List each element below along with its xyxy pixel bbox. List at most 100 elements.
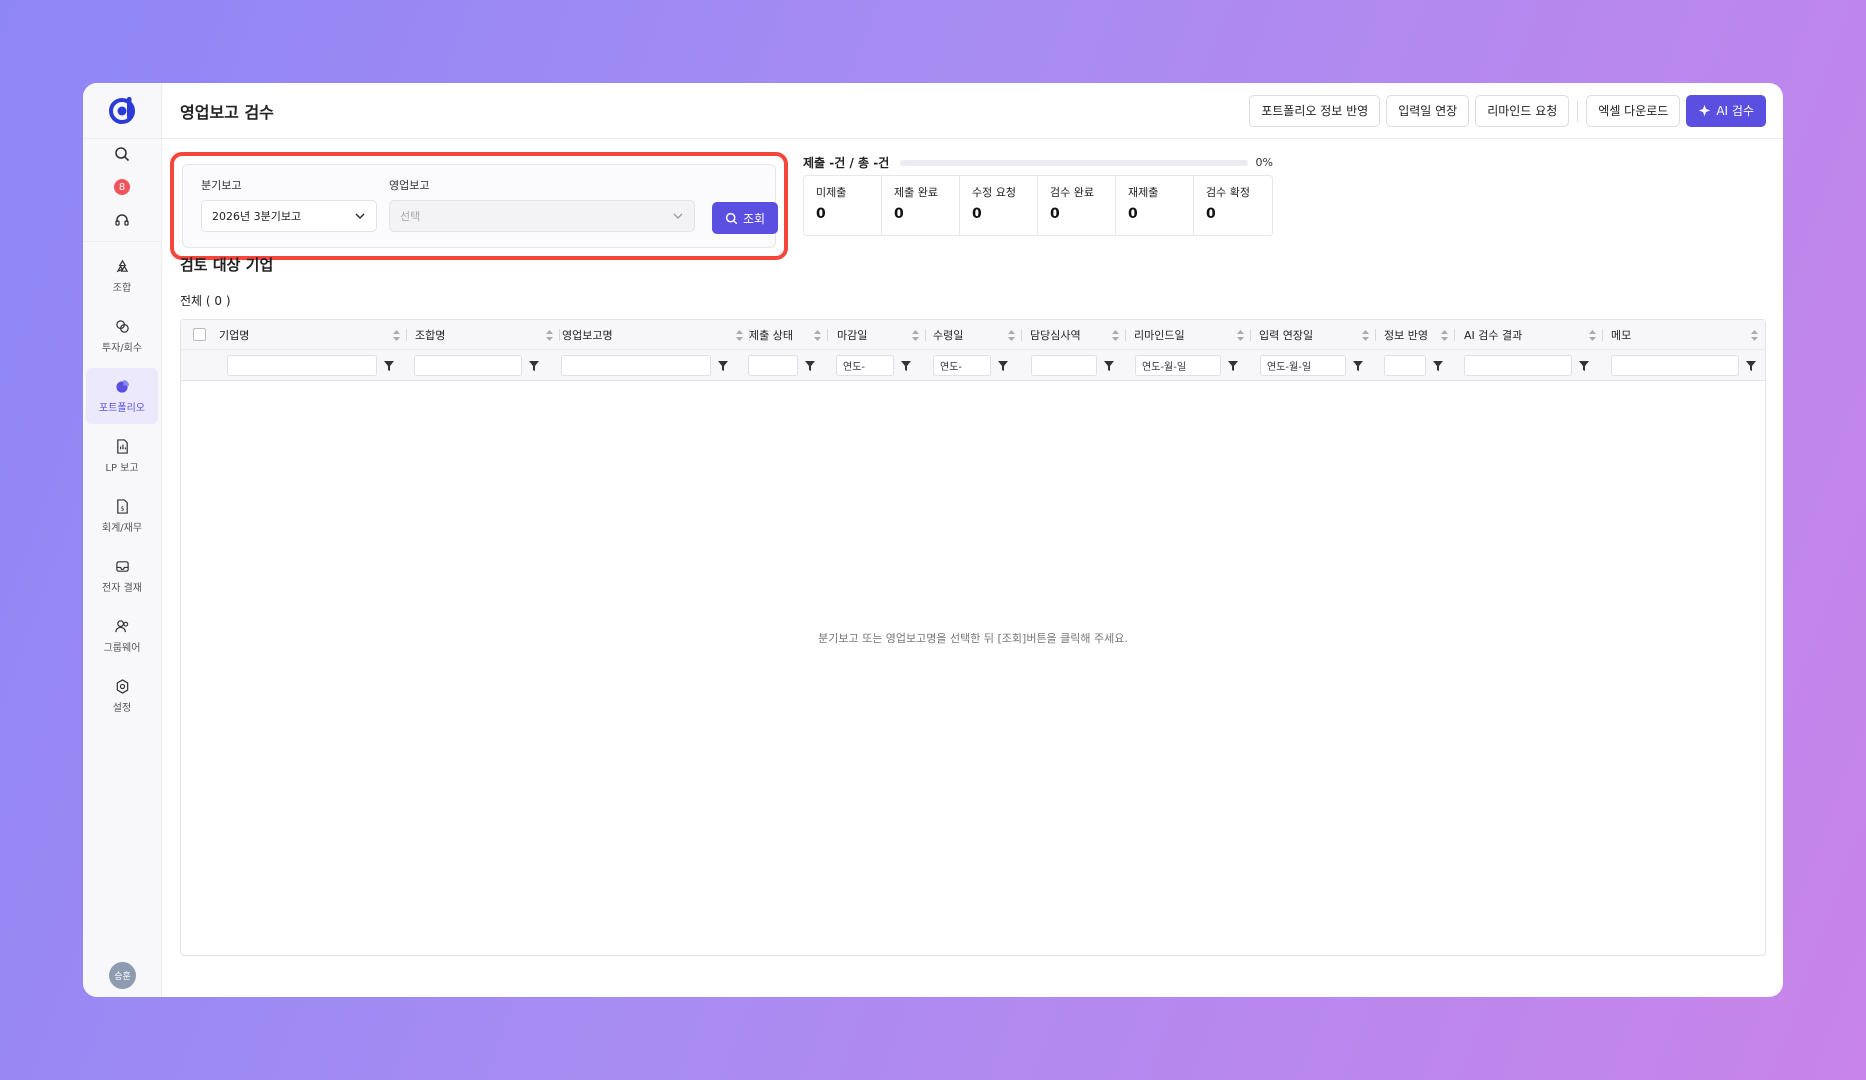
stat-reviewed[interactable]: 검수 완료 0 bbox=[1038, 176, 1116, 235]
notification-badge[interactable]: 8 bbox=[114, 179, 130, 195]
column-header[interactable]: 조합명 bbox=[415, 320, 560, 350]
stat-revision-requested[interactable]: 수정 요청 0 bbox=[960, 176, 1038, 235]
sidebar-item-fund[interactable]: 조합 bbox=[86, 248, 158, 304]
column-filter bbox=[748, 355, 816, 376]
filter-icon[interactable] bbox=[1745, 360, 1757, 372]
filter-icon[interactable] bbox=[1578, 360, 1590, 372]
stat-value: 0 bbox=[972, 206, 982, 222]
sort-icon[interactable] bbox=[1008, 330, 1015, 341]
stat-value: 0 bbox=[1128, 206, 1138, 222]
filter-input[interactable] bbox=[561, 355, 711, 376]
search-button-label: 조회 bbox=[742, 211, 766, 226]
sort-icon[interactable] bbox=[546, 330, 553, 341]
filter-input[interactable] bbox=[227, 355, 377, 376]
stat-label: 제출 완료 bbox=[894, 186, 938, 199]
column-header[interactable]: 수령일 bbox=[933, 320, 1022, 350]
filter-icon[interactable] bbox=[383, 360, 395, 372]
search-icon bbox=[725, 212, 738, 224]
sidebar-item-investment[interactable]: 투자/회수 bbox=[86, 308, 158, 364]
filter-icon[interactable] bbox=[1103, 360, 1115, 372]
column-header-label: AI 검수 결과 bbox=[1464, 329, 1523, 342]
quarter-select[interactable]: 2026년 3분기보고 bbox=[201, 200, 377, 232]
sort-icon[interactable] bbox=[1589, 330, 1596, 341]
filter-icon[interactable] bbox=[1352, 360, 1364, 372]
column-header[interactable]: AI 검수 결과 bbox=[1464, 320, 1603, 350]
sidebar-item-accounting[interactable]: $ 회계/재무 bbox=[86, 488, 158, 544]
filter-input[interactable] bbox=[1464, 355, 1572, 376]
excel-download-button[interactable]: 엑셀 다운로드 bbox=[1586, 94, 1681, 127]
progress-percent: 0% bbox=[1255, 156, 1273, 169]
search-icon[interactable] bbox=[111, 143, 133, 165]
extend-input-date-button[interactable]: 입력일 연장 bbox=[1386, 94, 1470, 127]
exchange-icon bbox=[115, 319, 129, 333]
companies-table: 기업명 조합명 영업보고명 제출 상태 마감일 수령일 담당심사역 리마인드일 … bbox=[180, 319, 1766, 956]
sort-icon[interactable] bbox=[1112, 330, 1119, 341]
filter-icon[interactable] bbox=[900, 360, 912, 372]
select-all-checkbox[interactable] bbox=[193, 328, 206, 341]
filter-icon[interactable] bbox=[1227, 360, 1239, 372]
sparkle-icon bbox=[1699, 104, 1711, 117]
date-filter-input[interactable]: 연도- bbox=[836, 355, 894, 376]
stat-label: 미제출 bbox=[816, 186, 847, 199]
sidebar-item-settings[interactable]: 설정 bbox=[86, 668, 158, 724]
column-divider bbox=[1602, 329, 1603, 341]
users-icon bbox=[114, 619, 128, 632]
sidebar-item-approval[interactable]: 전자 결재 bbox=[86, 548, 158, 604]
column-divider bbox=[1454, 329, 1455, 341]
sort-icon[interactable] bbox=[393, 330, 400, 341]
filter-icon[interactable] bbox=[1432, 360, 1444, 372]
filter-icon[interactable] bbox=[528, 360, 540, 372]
column-filter bbox=[1384, 355, 1444, 376]
sidebar-item-lp-report[interactable]: LP 보고 bbox=[86, 428, 158, 484]
stat-confirmed[interactable]: 검수 확정 0 bbox=[1194, 176, 1272, 235]
column-header[interactable]: 기업명 bbox=[219, 320, 407, 350]
reflect-portfolio-button[interactable]: 포트폴리오 정보 반영 bbox=[1249, 94, 1381, 127]
sort-icon[interactable] bbox=[736, 330, 743, 341]
quarter-label: 분기보고 bbox=[201, 179, 242, 192]
sort-icon[interactable] bbox=[1362, 330, 1369, 341]
filter-input[interactable] bbox=[414, 355, 522, 376]
column-header[interactable]: 영업보고명 bbox=[562, 320, 750, 350]
column-header-label: 수령일 bbox=[933, 329, 964, 342]
headset-icon[interactable] bbox=[111, 209, 133, 231]
sort-icon[interactable] bbox=[814, 330, 821, 341]
column-header[interactable]: 제출 상태 bbox=[749, 320, 828, 350]
filter-input[interactable] bbox=[1384, 355, 1426, 376]
column-divider bbox=[406, 329, 407, 341]
svg-text:$: $ bbox=[120, 504, 124, 512]
submission-progress: 제출 -건 / 총 -건 0% bbox=[803, 154, 1273, 171]
ai-review-button[interactable]: AI 검수 bbox=[1686, 94, 1766, 127]
column-header[interactable]: 입력 연장일 bbox=[1259, 320, 1376, 350]
report-select[interactable]: 선택 bbox=[389, 200, 695, 232]
date-filter-input[interactable]: 연도-월-일 bbox=[1135, 355, 1221, 376]
filter-input[interactable] bbox=[748, 355, 798, 376]
filter-icon[interactable] bbox=[997, 360, 1009, 372]
date-filter-input[interactable]: 연도-월-일 bbox=[1260, 355, 1346, 376]
avatar[interactable]: 승훈 bbox=[109, 962, 136, 989]
column-header-label: 마감일 bbox=[837, 329, 868, 342]
date-filter-input[interactable]: 연도- bbox=[933, 355, 991, 376]
sidebar-divider bbox=[83, 241, 162, 242]
stat-label: 수정 요청 bbox=[972, 186, 1016, 199]
stat-submitted[interactable]: 제출 완료 0 bbox=[882, 176, 960, 235]
remind-request-button[interactable]: 리마인드 요청 bbox=[1475, 94, 1570, 127]
column-header[interactable]: 마감일 bbox=[837, 320, 926, 350]
sidebar-item-portfolio[interactable]: 포트폴리오 bbox=[86, 368, 158, 424]
column-header[interactable]: 정보 반영 bbox=[1384, 320, 1455, 350]
stat-resubmitted[interactable]: 재제출 0 bbox=[1116, 176, 1194, 235]
filter-input[interactable] bbox=[1031, 355, 1097, 376]
stat-not-submitted[interactable]: 미제출 0 bbox=[804, 176, 882, 235]
sort-icon[interactable] bbox=[912, 330, 919, 341]
column-header[interactable]: 담당심사역 bbox=[1030, 320, 1126, 350]
column-header[interactable]: 메모 bbox=[1611, 320, 1764, 350]
filter-input[interactable] bbox=[1611, 355, 1739, 376]
sort-icon[interactable] bbox=[1237, 330, 1244, 341]
sidebar-item-groupware[interactable]: 그룹웨어 bbox=[86, 608, 158, 664]
sort-icon[interactable] bbox=[1751, 330, 1758, 341]
filter-icon[interactable] bbox=[804, 360, 816, 372]
column-header[interactable]: 리마인드일 bbox=[1134, 320, 1251, 350]
search-button[interactable]: 조회 bbox=[712, 202, 778, 234]
filter-icon[interactable] bbox=[717, 360, 729, 372]
sort-icon[interactable] bbox=[1441, 330, 1448, 341]
sidebar-item-label: 투자/회수 bbox=[101, 342, 143, 354]
